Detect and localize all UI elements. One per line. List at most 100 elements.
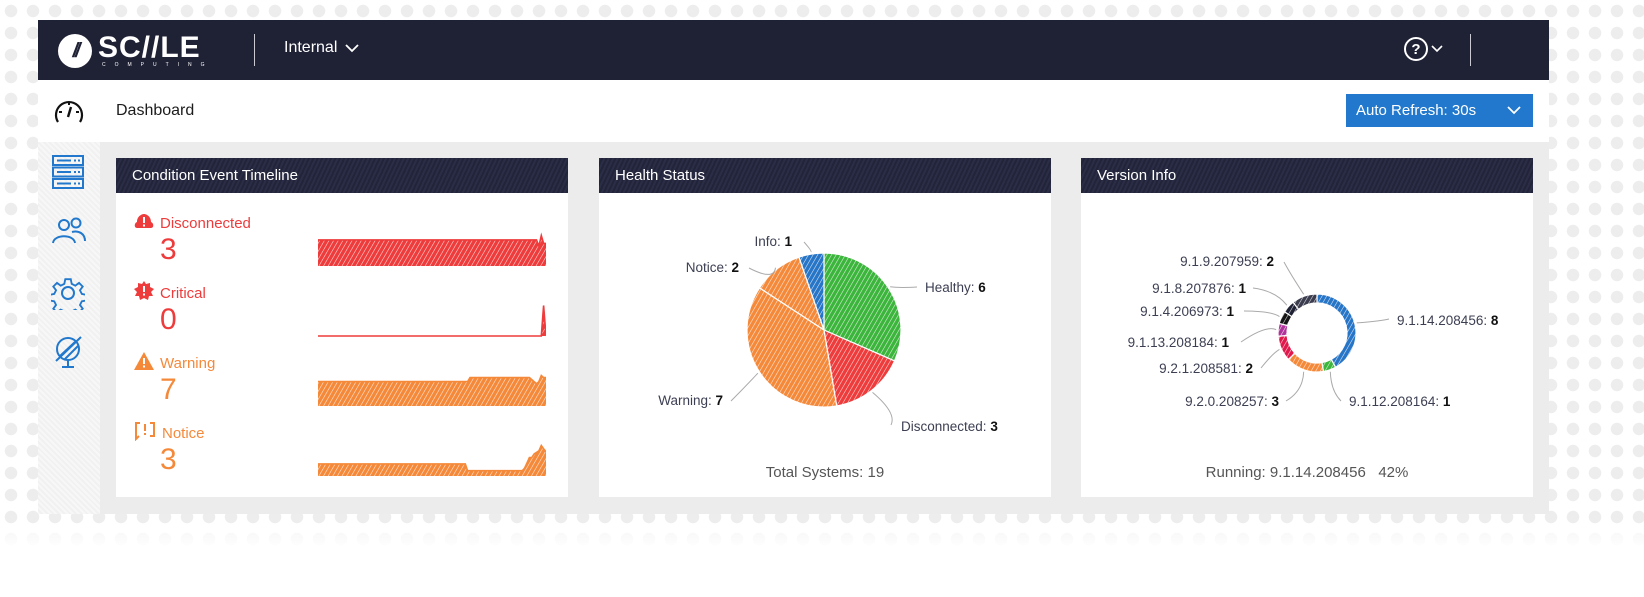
condition-count: 3: [160, 233, 177, 266]
condition-label: Critical: [160, 284, 206, 302]
label-9-1-13-208184: 9.1.13.208184: 1: [1128, 335, 1230, 350]
condition-critical[interactable]: Critical 0: [134, 281, 206, 337]
critical-sparkline: [318, 305, 546, 337]
leader-line: [1243, 310, 1280, 317]
label-value: 3: [990, 419, 998, 434]
label-value: 2: [731, 260, 739, 275]
sparkline-line: [318, 305, 546, 337]
label-name: 9.1.8.207876:: [1152, 281, 1238, 296]
label-notice: Notice: 2: [686, 260, 739, 275]
slice-9-2-0-208257[interactable]: [1287, 352, 1325, 373]
label-value: 1: [1443, 394, 1451, 409]
scale-computing-logo[interactable]: // SC//LE COMPUTING: [58, 32, 214, 70]
condition-label: Disconnected: [160, 214, 251, 232]
leader-line: [803, 241, 812, 253]
warning-triangle-icon: [134, 352, 154, 374]
condition-label: Notice: [162, 424, 205, 442]
gear-icon[interactable]: [51, 276, 85, 310]
label-name: Disconnected:: [901, 419, 990, 434]
alert-burst-icon: [134, 281, 154, 305]
globe-slash-icon[interactable]: [51, 334, 85, 370]
label-disconnected: Disconnected: 3: [901, 419, 998, 434]
label-name: 9.2.0.208257:: [1185, 394, 1271, 409]
auto-refresh-dropdown[interactable]: Auto Refresh: 30s: [1346, 94, 1533, 127]
health-status-card: Health Status Healthy: 6 Disconnected: 3 W…: [599, 158, 1051, 497]
running-version-percent: 42%: [1378, 464, 1409, 481]
label-9-1-9-207959: 9.1.9.207959: 2: [1180, 254, 1274, 269]
leader-line: [1285, 371, 1305, 402]
environment-label: Internal: [284, 39, 338, 56]
label-value: 2: [1245, 361, 1253, 376]
sparkline-area: [318, 375, 546, 406]
label-9-1-14-208456: 9.1.14.208456: 8: [1397, 313, 1499, 328]
label-name: 9.1.13.208184:: [1128, 335, 1222, 350]
top-bar: // SC//LE COMPUTING Internal ?: [38, 20, 1549, 80]
warning-sparkline: [318, 374, 546, 406]
help-menu-button[interactable]: ?: [1404, 37, 1443, 61]
version-donut-chart: 9.1.14.208456: 8 9.1.12.208164: 1 9.2.0.20…: [1128, 254, 1499, 409]
logo-wordmark: SC//LE: [98, 30, 201, 64]
logo-subtitle: COMPUTING: [102, 61, 214, 68]
leader-line: [1260, 349, 1280, 369]
sparkline-area: [318, 305, 546, 336]
condition-count: 0: [160, 303, 177, 336]
alert-cloud-icon: [134, 212, 154, 234]
slice-9-1-14-208456[interactable]: [1316, 293, 1357, 369]
label-name: 9.1.4.206973:: [1140, 304, 1226, 319]
divider: [1470, 34, 1471, 66]
condition-notice[interactable]: Notice 3: [134, 421, 205, 477]
leader-line: [1283, 261, 1305, 295]
label-value: 6: [978, 280, 986, 295]
leader-line: [890, 286, 918, 288]
leader-line: [1356, 318, 1390, 324]
sidebar: [38, 142, 100, 514]
leader-line: [1240, 328, 1277, 343]
label-value: 3: [1271, 394, 1279, 409]
label-value: 1: [784, 234, 792, 249]
condition-label: Warning: [160, 354, 216, 372]
disconnected-sparkline: [318, 232, 546, 266]
label-9-1-8-207876: 9.1.8.207876: 1: [1152, 281, 1246, 296]
condition-count: 3: [160, 443, 177, 476]
logo-mark-icon: //: [58, 34, 92, 68]
label-9-2-1-208581: 9.2.1.208581: 2: [1159, 361, 1253, 376]
chevron-down-icon: [1431, 45, 1443, 53]
label-value: 1: [1238, 281, 1246, 296]
label-name: 9.1.14.208456:: [1397, 313, 1491, 328]
slice-9-2-1-208581[interactable]: [1277, 334, 1296, 361]
page-header: Dashboard Auto Refresh: 30s: [38, 80, 1549, 142]
server-rack-icon[interactable]: [51, 154, 85, 190]
label-name: Info:: [754, 234, 784, 249]
label-name: 9.2.1.208581:: [1159, 361, 1245, 376]
leader-line: [730, 372, 759, 402]
users-icon[interactable]: [51, 216, 87, 246]
label-name: Healthy:: [925, 280, 978, 295]
background: [0, 530, 1644, 597]
label-healthy: Healthy: 6: [925, 280, 986, 295]
label-name: 9.1.9.207959:: [1180, 254, 1266, 269]
label-9-2-0-208257: 9.2.0.208257: 3: [1185, 394, 1279, 409]
label-value: 8: [1491, 313, 1499, 328]
chevron-down-icon: [1507, 106, 1521, 115]
divider: [254, 34, 255, 66]
speedometer-icon[interactable]: [52, 96, 86, 126]
label-value: 2: [1266, 254, 1274, 269]
card-title: Condition Event Timeline: [116, 158, 568, 193]
condition-warning[interactable]: Warning 7: [134, 352, 216, 407]
notice-bracket-icon: [134, 421, 156, 445]
version-info-card: Version Info 9.1.14.208456: 8 9.1.12.2081…: [1081, 158, 1533, 497]
slice-9-1-9-207959[interactable]: [1292, 293, 1318, 311]
label-value: 7: [715, 393, 723, 408]
label-value: 1: [1221, 335, 1229, 350]
condition-disconnected[interactable]: Disconnected 3: [134, 213, 251, 267]
running-version-label: Running: 9.1.14.208456: [1205, 464, 1366, 481]
health-status-pie-chart: Healthy: 6 Disconnected: 3 Warning: 7 Notic…: [658, 234, 998, 434]
card-title: Health Status: [599, 158, 1051, 193]
label-9-1-12-208164: 9.1.12.208164: 1: [1349, 394, 1451, 409]
app-window: // SC//LE COMPUTING Internal ? Dashboard…: [38, 20, 1549, 514]
page-title: Dashboard: [116, 102, 195, 119]
label-info: Info: 1: [754, 234, 792, 249]
label-name: Notice:: [686, 260, 732, 275]
environment-select[interactable]: Internal: [284, 39, 360, 57]
question-circle-icon: ?: [1404, 37, 1428, 61]
